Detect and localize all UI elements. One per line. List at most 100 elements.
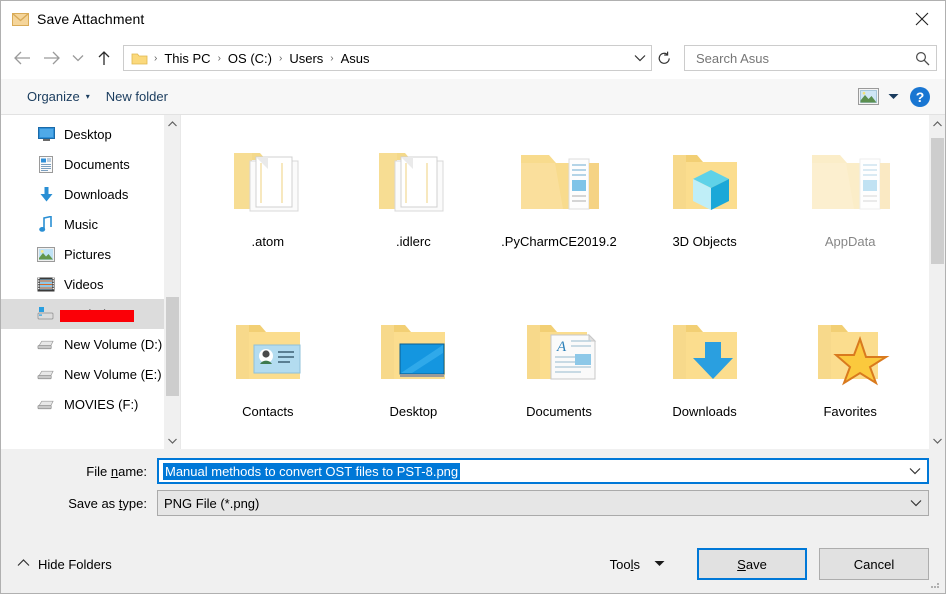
up-button[interactable] xyxy=(89,43,119,73)
recent-locations-button[interactable] xyxy=(67,43,89,73)
file-item[interactable]: Favorites xyxy=(777,299,923,449)
sidebar-item-downloads[interactable]: Downloads xyxy=(1,179,180,209)
sidebar-item-desktop[interactable]: Desktop xyxy=(1,119,180,149)
file-label: .idlerc xyxy=(396,234,431,249)
file-list-pane[interactable]: .atom .idlerc .PyCharmCE2019.2 3D Object… xyxy=(181,115,945,449)
breadcrumb-item-os-c[interactable]: OS (C:) xyxy=(225,51,275,66)
view-layout-icon xyxy=(857,88,879,105)
cancel-label: Cancel xyxy=(853,556,895,572)
tools-button[interactable]: Tools xyxy=(604,551,671,578)
videos-icon xyxy=(37,275,55,293)
scroll-up-button[interactable] xyxy=(929,115,945,132)
change-view-button[interactable] xyxy=(853,84,883,110)
redaction-overlay xyxy=(60,309,134,322)
address-dropdown-button[interactable] xyxy=(629,46,651,70)
new-folder-button[interactable]: New folder xyxy=(98,85,176,108)
file-item[interactable]: AppData xyxy=(777,129,923,299)
file-item[interactable]: .atom xyxy=(195,129,341,299)
file-item[interactable]: .idlerc xyxy=(341,129,487,299)
filetype-dropdown-button[interactable] xyxy=(904,491,928,515)
organize-button[interactable]: Organize ▾ xyxy=(19,85,98,108)
filename-dropdown-button[interactable] xyxy=(903,460,927,482)
forward-button[interactable] xyxy=(37,43,67,73)
search-box[interactable] xyxy=(684,45,937,71)
close-button[interactable] xyxy=(899,1,945,37)
close-icon xyxy=(915,12,929,26)
sidebar-item-label: Music xyxy=(64,216,98,232)
breadcrumb: › This PC › OS (C:) › Users › Asus xyxy=(150,51,629,66)
sidebar-item-new-volume-e[interactable]: New Volume (E:) xyxy=(1,359,180,389)
scroll-down-button[interactable] xyxy=(164,432,180,449)
file-label: Favorites xyxy=(823,404,877,419)
refresh-button[interactable] xyxy=(652,46,676,70)
file-item[interactable]: 3D Objects xyxy=(632,129,778,299)
sidebar-item-videos[interactable]: Videos xyxy=(1,269,180,299)
file-grid: .atom .idlerc .PyCharmCE2019.2 3D Object… xyxy=(181,115,945,449)
hide-folders-button[interactable]: Hide Folders xyxy=(17,557,112,572)
sidebar-item-documents[interactable]: Documents xyxy=(1,149,180,179)
breadcrumb-item-this-pc[interactable]: This PC xyxy=(161,51,213,66)
organize-label: Organize xyxy=(27,89,80,104)
breadcrumb-bar[interactable]: › This PC › OS (C:) › Users › Asus xyxy=(123,45,652,71)
help-button[interactable]: ? xyxy=(903,84,937,110)
sidebar-item-movies-f[interactable]: MOVIES (F:) xyxy=(1,389,180,419)
arrow-left-icon xyxy=(14,51,30,65)
sidebar-item-new-volume-d[interactable]: New Volume (D:) xyxy=(1,329,180,359)
filetype-value: PNG File (*.png) xyxy=(164,495,260,511)
breadcrumb-separator-1[interactable]: › xyxy=(214,53,225,64)
chevron-down-icon xyxy=(634,55,646,62)
filename-value[interactable]: Manual methods to convert OST files to P… xyxy=(163,462,461,480)
sidebar-scroll-track[interactable] xyxy=(164,132,180,432)
dialog-body: Desktop Documents Downloads Music Pictur… xyxy=(1,115,945,449)
filetype-combobox[interactable]: PNG File (*.png) xyxy=(157,490,929,516)
dialog-footer: Hide Folders Tools Save Cancel xyxy=(1,535,945,593)
documents-icon xyxy=(37,155,55,173)
folder-favorites-icon xyxy=(802,309,898,393)
search-input[interactable] xyxy=(694,49,915,67)
file-label: .atom xyxy=(251,234,285,249)
view-dropdown-button[interactable] xyxy=(883,84,903,110)
folder-documents-icon xyxy=(220,139,316,223)
folder-downloads-icon xyxy=(657,309,753,393)
file-item[interactable]: A Documents xyxy=(486,299,632,449)
resize-grip-icon[interactable] xyxy=(929,578,941,590)
file-label: AppData xyxy=(824,234,876,249)
file-item[interactable]: Contacts xyxy=(195,299,341,449)
folder-files-icon xyxy=(511,139,607,223)
folder-files-icon xyxy=(802,139,898,223)
filegrid-scroll-thumb[interactable] xyxy=(931,138,944,264)
filegrid-scrollbar[interactable] xyxy=(929,115,945,449)
breadcrumb-separator-0[interactable]: › xyxy=(150,53,161,64)
file-item[interactable]: .PyCharmCE2019.2 xyxy=(486,129,632,299)
file-item[interactable]: Downloads xyxy=(632,299,778,449)
cancel-button[interactable]: Cancel xyxy=(819,548,929,580)
back-button[interactable] xyxy=(7,43,37,73)
file-item[interactable]: Desktop xyxy=(341,299,487,449)
sidebar-item-label: New Volume (D:) xyxy=(64,336,163,352)
breadcrumb-item-asus[interactable]: Asus xyxy=(338,51,373,66)
filename-combobox[interactable]: Manual methods to convert OST files to P… xyxy=(157,458,929,484)
scroll-up-button[interactable] xyxy=(164,115,180,132)
breadcrumb-item-users[interactable]: Users xyxy=(286,51,326,66)
sidebar-scrollbar[interactable] xyxy=(164,115,180,449)
sidebar-item-label: Videos xyxy=(64,276,104,292)
sidebar-item-music[interactable]: Music xyxy=(1,209,180,239)
filename-row: File name: Manual methods to convert OST… xyxy=(17,458,929,484)
filegrid-scroll-track[interactable] xyxy=(929,132,945,432)
save-attachment-dialog: Save Attachment › This PC › OS (C:) › Us… xyxy=(0,0,946,594)
breadcrumb-separator-3[interactable]: › xyxy=(326,53,337,64)
breadcrumb-separator-2[interactable]: › xyxy=(275,53,286,64)
drive-icon xyxy=(37,395,55,413)
svg-text:A: A xyxy=(556,339,567,355)
chevron-down-icon xyxy=(167,438,177,444)
help-icon: ? xyxy=(910,86,930,107)
sidebar-item-os-c[interactable]: OS (C:) xyxy=(1,299,180,329)
refresh-icon xyxy=(658,51,670,64)
sidebar-item-pictures[interactable]: Pictures xyxy=(1,239,180,269)
save-button[interactable]: Save xyxy=(697,548,807,580)
file-label: Documents xyxy=(526,404,592,419)
scroll-down-button[interactable] xyxy=(929,432,945,449)
downloads-icon xyxy=(37,185,55,203)
sidebar-scroll-thumb[interactable] xyxy=(166,297,179,396)
navigation-pane: Desktop Documents Downloads Music Pictur… xyxy=(1,115,181,449)
